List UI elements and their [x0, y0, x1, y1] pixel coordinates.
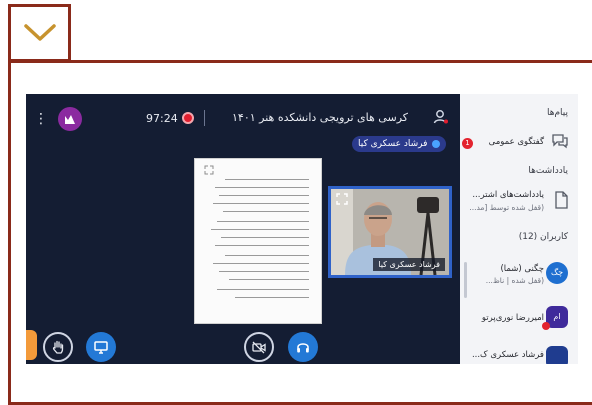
webcam-video[interactable]: فرشاد عسکری کیا — [328, 186, 452, 278]
notes-header: یادداشت‌ها — [528, 166, 568, 176]
options-menu-icon[interactable]: ⋮ — [34, 112, 48, 126]
active-speaker-chip: فرشاد عسکری کیا — [352, 136, 447, 152]
share-screen-button[interactable] — [86, 332, 116, 362]
audio-button[interactable] — [288, 332, 318, 362]
chevron-down-icon — [23, 24, 56, 41]
slide-text-line — [225, 255, 309, 256]
meeting-topbar: ⋮ 97:24 کرسی های ترویجی دانشکده هنر ۱۴۰۱ — [26, 100, 460, 140]
messages-header: پیام‌ها — [546, 108, 568, 118]
side-panel-handle[interactable] — [26, 330, 37, 360]
hand-icon — [52, 340, 64, 354]
camera-toggle-button[interactable] — [244, 332, 274, 362]
slide-text-line — [217, 289, 309, 290]
shared-notes-subtitle: (قفل شده توسط [مد... — [469, 203, 544, 212]
active-speaker-name: فرشاد عسکری کیا — [358, 139, 428, 149]
slide-text-line — [213, 203, 309, 204]
slide-text-line — [221, 237, 309, 238]
slide-text-line — [215, 187, 309, 188]
user-list-item[interactable]: فرشاد عسکری ک... — [460, 342, 578, 364]
avatar[interactable] — [58, 107, 82, 131]
slide-text-line — [235, 297, 309, 298]
topbar-divider — [204, 110, 205, 126]
slide-text-line — [229, 279, 309, 280]
slide-text-line — [213, 263, 309, 264]
headphones-icon — [297, 343, 309, 353]
user-list-item[interactable]: ام امیررضا نوری‌پرتو — [460, 302, 578, 332]
fullscreen-icon[interactable] — [336, 193, 348, 205]
fit-slide-icon[interactable] — [204, 165, 214, 175]
user-logo-icon — [65, 115, 75, 124]
meeting-screen: ⋮ 97:24 کرسی های ترویجی دانشکده هنر ۱۴۰۱ — [26, 94, 578, 364]
raise-hand-button[interactable] — [43, 332, 73, 362]
shared-notes-item[interactable]: یادداشت‌های اشتر... (قفل شده توسط [مد... — [460, 186, 578, 216]
collapse-toggle-button[interactable] — [8, 4, 71, 62]
desktop-icon — [94, 341, 108, 354]
user-status: (قفل شده | ناظ... — [485, 276, 544, 285]
presentation-stage: ⋮ 97:24 کرسی های ترویجی دانشکده هنر ۱۴۰۱ — [26, 94, 460, 364]
recording-timer: 97:24 — [146, 112, 178, 125]
user-list-item[interactable]: چگ چگنی (شما) (قفل شده | ناظ... — [460, 258, 578, 288]
slide-text-line — [219, 195, 309, 196]
slide-text-line — [211, 229, 309, 230]
user-switch-icon — [433, 110, 448, 124]
user-status-badge — [542, 322, 550, 330]
video-off-icon — [252, 341, 266, 354]
users-header: کاربران (12) — [518, 232, 568, 242]
avatar: چگ — [546, 262, 568, 284]
page: ⋮ 97:24 کرسی های ترویجی دانشکده هنر ۱۴۰۱ — [0, 0, 592, 405]
slide-text-line — [217, 221, 309, 222]
document-icon — [555, 191, 568, 209]
public-chat-item[interactable]: گفتگوی عمومی 1 — [460, 128, 578, 158]
sidebar: پیام‌ها گفتگوی عمومی 1 یادداشت‌ها یادداش… — [460, 94, 578, 364]
webcam-name-label: فرشاد عسکری کیا — [373, 258, 445, 271]
meeting-title: کرسی های ترویجی دانشکده هنر ۱۴۰۱ — [232, 111, 408, 124]
user-name: فرشاد عسکری ک... — [471, 350, 544, 360]
slide-text-line — [223, 211, 309, 212]
user-name: چگنی (شما) — [500, 264, 544, 274]
presentation-slide — [194, 158, 322, 324]
chat-icon — [552, 134, 568, 149]
slide-text-line — [225, 179, 309, 180]
public-chat-label: گفتگوی عمومی — [488, 137, 544, 147]
avatar — [546, 346, 568, 364]
slide-text-line — [219, 271, 309, 272]
record-button[interactable] — [182, 112, 194, 124]
shared-notes-title: یادداشت‌های اشتر... — [472, 190, 544, 200]
user-name: امیررضا نوری‌پرتو — [481, 313, 544, 323]
presenter-button[interactable] — [432, 108, 450, 130]
unread-badge: 1 — [462, 138, 473, 149]
slide-text-line — [215, 245, 309, 246]
microphone-icon — [432, 140, 441, 148]
sidebar-scrollbar[interactable] — [464, 262, 467, 298]
